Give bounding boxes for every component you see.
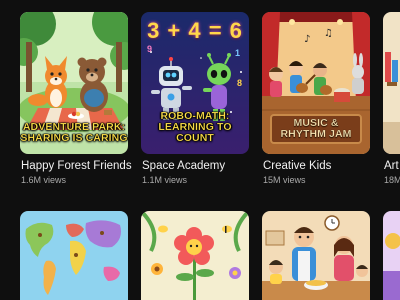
svg-text:♫: ♫ — [324, 28, 333, 39]
video-thumbnail[interactable] — [141, 211, 249, 300]
video-thumbnail[interactable] — [262, 211, 370, 300]
world-map-illustration — [20, 211, 128, 300]
svg-text:♪: ♪ — [304, 34, 310, 45]
thumbnail-caption: Adventure Park: Sharing is Caring — [20, 121, 128, 144]
view-count: 1.6M views — [21, 175, 67, 185]
thumbnail-caption: Music & Rhythm Jam — [270, 114, 362, 144]
art-illustration — [383, 12, 400, 154]
view-count: 1.1M views — [142, 175, 188, 185]
video-thumbnail[interactable] — [20, 211, 128, 300]
svg-text:1: 1 — [235, 48, 240, 58]
video-thumbnail[interactable]: Adventure Park: Sharing is Caring — [20, 12, 128, 154]
family-cooking-illustration — [262, 211, 370, 300]
video-title[interactable]: Space Academy — [142, 160, 225, 172]
video-title[interactable]: Creative Kids — [263, 160, 331, 172]
flower-garden-illustration — [141, 211, 249, 300]
svg-text:9: 9 — [147, 44, 152, 54]
thumbnail-caption: Robo-Math: Learning to Count — [158, 110, 232, 144]
video-thumbnail[interactable]: ♪ ♫ Music & Rhythm Jam — [262, 12, 370, 154]
view-count: 18M — [384, 175, 400, 185]
video-title[interactable]: Happy Forest Friends — [21, 160, 132, 172]
video-thumbnail[interactable] — [383, 12, 400, 154]
video-thumbnail[interactable] — [383, 211, 400, 300]
video-title[interactable]: Art — [384, 160, 399, 172]
math-equation: 3 + 4 = 6 — [147, 18, 243, 43]
video-thumbnail[interactable]: 9 1 8 3 + 4 = 6 ROBO-MATH: LEARNING TO C… — [141, 12, 249, 154]
svg-text:8: 8 — [237, 78, 242, 88]
partial-thumbnail-illustration — [383, 211, 400, 300]
view-count: 15M views — [263, 175, 306, 185]
